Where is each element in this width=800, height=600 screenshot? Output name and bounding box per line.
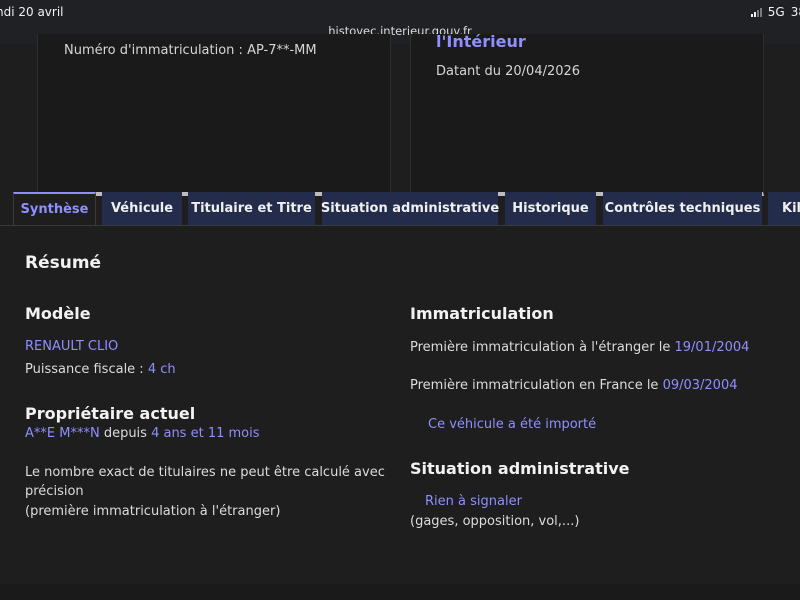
report-date-text: Datant du 20/04/2026: [436, 64, 581, 79]
summary-title: Résumé: [25, 253, 102, 273]
owner-heading: Propriétaire actuel: [25, 404, 196, 423]
tab-situation-administrative[interactable]: Situation administrative: [321, 192, 499, 225]
plate-card: Numéro d'immatriculation : AP-7**-MM: [37, 34, 391, 196]
tab-kilometrage[interactable]: Kilo: [768, 192, 800, 225]
owner-note-line2: précision: [25, 484, 84, 499]
tab-vehicule[interactable]: Véhicule: [102, 192, 182, 225]
foreign-registration-label: Première immatriculation à l'étranger le: [410, 340, 675, 355]
owner-row: A**E M***N depuis 4 ans et 11 mois: [25, 424, 260, 443]
registration-heading: Immatriculation: [410, 304, 554, 323]
admin-heading: Situation administrative: [410, 459, 630, 478]
tab-controles-techniques[interactable]: Contrôles techniques: [603, 192, 762, 225]
top-cards-area: Numéro d'immatriculation : AP-7**-MM l'I…: [0, 32, 800, 196]
plate-number-text: Numéro d'immatriculation : AP-7**-MM: [64, 43, 317, 58]
status-bar: ndi 20 avril 5G 38: [0, 0, 800, 24]
battery-level: 38: [790, 5, 800, 19]
admin-status: Rien à signaler: [425, 494, 522, 509]
france-registration-label: Première immatriculation en France le: [410, 378, 663, 393]
tab-historique[interactable]: Historique: [505, 192, 596, 225]
status-date: ndi 20 avril: [0, 5, 64, 19]
fiscal-power-value: 4 ch: [147, 362, 176, 377]
owner-since-label: depuis: [99, 426, 152, 441]
france-registration-date: 09/03/2004: [662, 378, 738, 393]
issuer-title: l'Intérieur: [436, 32, 526, 51]
network-type: 5G: [767, 5, 785, 19]
footer-strip: [0, 584, 800, 600]
model-heading: Modèle: [25, 304, 91, 323]
tab-synthese[interactable]: Synthèse: [13, 192, 96, 225]
foreign-registration-row: Première immatriculation à l'étranger le…: [410, 338, 749, 357]
owner-duration: 4 ans et 11 mois: [151, 426, 260, 441]
imported-vehicle-text: Ce véhicule a été importé: [428, 417, 597, 432]
france-registration-row: Première immatriculation en France le 09…: [410, 376, 738, 395]
status-indicators: 5G 38: [750, 5, 800, 19]
tab-titulaire-titre[interactable]: Titulaire et Titre: [188, 192, 315, 225]
admin-details: (gages, opposition, vol,...): [410, 514, 580, 529]
fiscal-power-row: Puissance fiscale : 4 ch: [25, 360, 176, 379]
synthese-panel: Résumé Modèle RENAULT CLIO Puissance fis…: [0, 225, 800, 585]
fiscal-power-label: Puissance fiscale :: [25, 362, 148, 377]
owner-name: A**E M***N: [25, 426, 100, 441]
model-name: RENAULT CLIO: [25, 339, 119, 354]
owner-note-line3: (première immatriculation à l'étranger): [25, 504, 281, 519]
owner-note-line1: Le nombre exact de titulaires ne peut êt…: [25, 465, 385, 480]
foreign-registration-date: 19/01/2004: [674, 340, 750, 355]
issuer-card: l'Intérieur Datant du 20/04/2026: [410, 32, 764, 196]
tab-bar: Synthèse Véhicule Titulaire et Titre Sit…: [0, 192, 800, 226]
signal-strength-icon: [750, 7, 762, 17]
